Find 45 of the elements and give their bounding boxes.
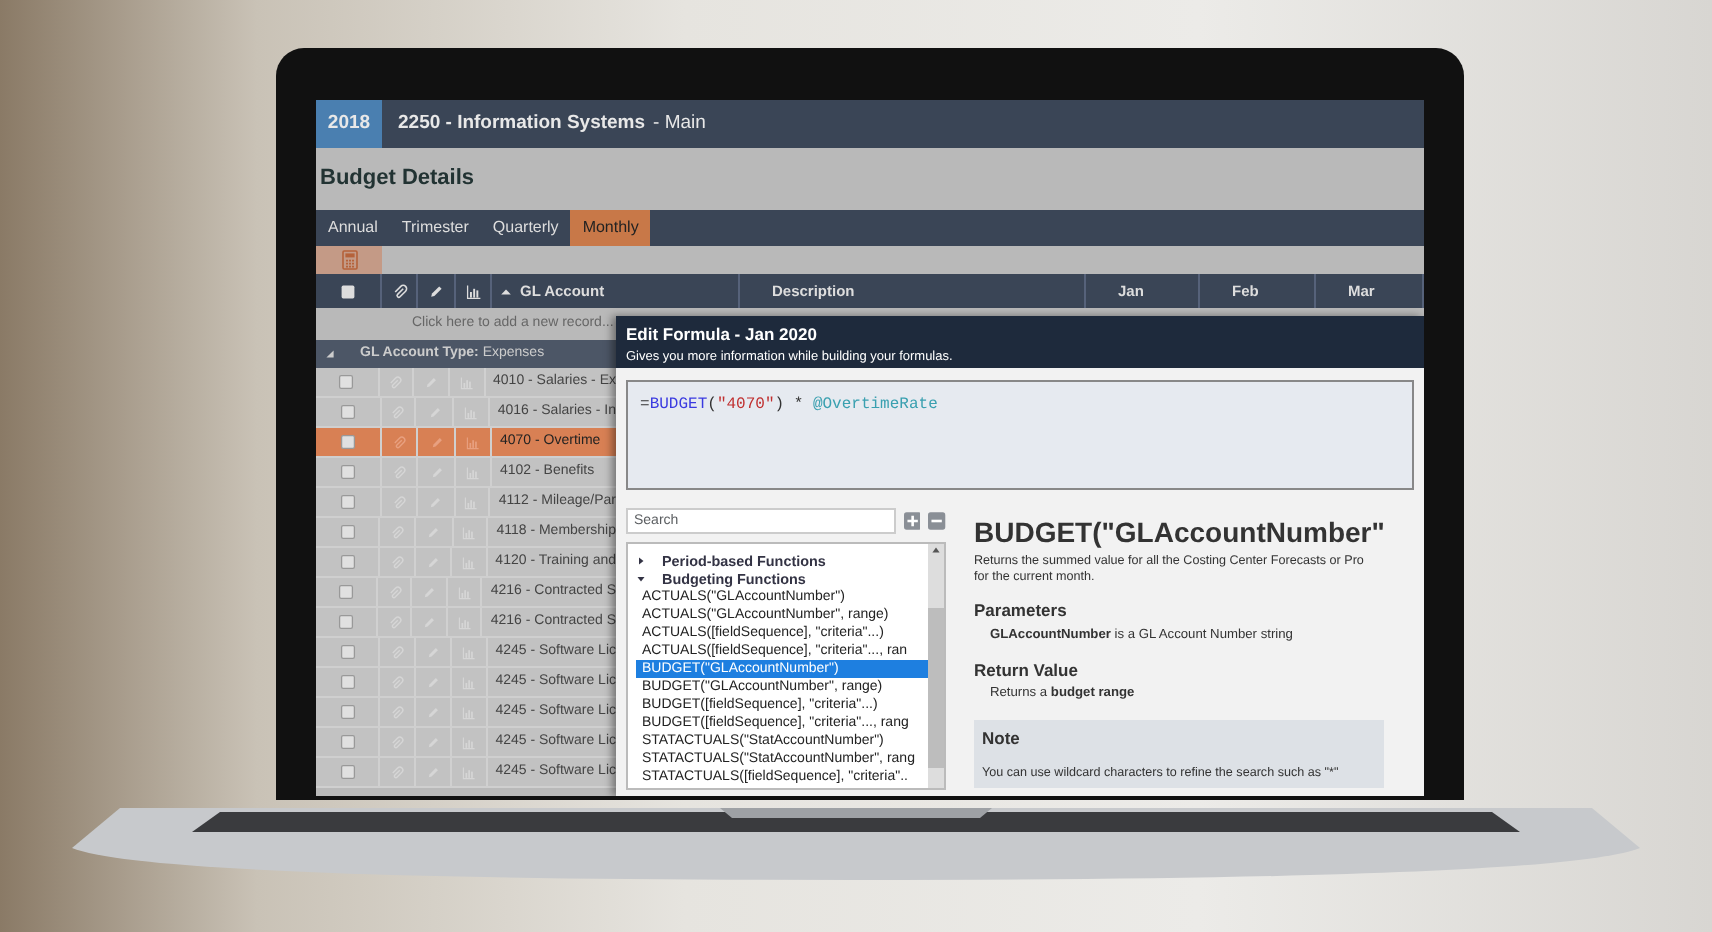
row-checkbox[interactable]: [340, 464, 356, 480]
row-checkbox[interactable]: [338, 614, 355, 630]
header-subtitle: - Main: [653, 109, 706, 138]
scroll-up-icon: [930, 544, 942, 556]
period-tab[interactable]: Monthly: [570, 210, 651, 246]
row-checkbox[interactable]: [339, 644, 356, 660]
row-checkbox[interactable]: [339, 494, 356, 510]
calculator-button[interactable]: [316, 246, 382, 274]
section-heading: Parameters: [974, 598, 1069, 624]
period-tab[interactable]: Trimester: [389, 210, 481, 246]
row-checkbox[interactable]: [338, 374, 355, 390]
paperclip-icon: [392, 435, 406, 449]
dialog-title: Edit Formula - Jan 2020: [626, 322, 819, 348]
bar-chart-icon: [466, 435, 480, 449]
row-checkbox[interactable]: [339, 764, 356, 780]
section-heading: Return Value: [974, 657, 1080, 683]
row-checkbox[interactable]: [339, 674, 356, 690]
paperclip-icon: [391, 283, 407, 299]
row-checkbox[interactable]: [339, 554, 356, 570]
period-tab[interactable]: Quarterly: [480, 210, 571, 246]
row-checkbox[interactable]: [339, 524, 356, 540]
sort-up-icon: [500, 285, 512, 297]
row-checkbox[interactable]: [339, 734, 356, 750]
help-title: BUDGET("GLAccountNumber": [974, 514, 1385, 552]
minus-icon[interactable]: [928, 512, 946, 530]
year-label: 2018: [316, 100, 382, 148]
note-heading: Note: [982, 726, 1022, 753]
bar-chart-icon: [465, 283, 481, 299]
scrollbar[interactable]: [928, 544, 944, 788]
page-title: Budget Details: [320, 164, 475, 195]
scrollbar-thumb[interactable]: [928, 608, 944, 768]
pencil-icon: [429, 435, 443, 449]
calculator-icon: [339, 248, 359, 272]
collapsed-arrow-icon: [636, 556, 646, 566]
row-checkbox[interactable]: [339, 404, 356, 420]
row-checkbox[interactable]: [339, 704, 356, 720]
expanded-arrow-icon: [636, 574, 646, 584]
row-checkbox[interactable]: [338, 584, 355, 600]
plus-icon[interactable]: [903, 512, 921, 530]
pencil-icon: [428, 283, 444, 299]
header-title: 2250 - Information Systems: [398, 109, 646, 138]
period-tab[interactable]: Annual: [316, 210, 390, 246]
formula-editor[interactable]: =BUDGET("4070") * @OvertimeRate: [626, 380, 1414, 490]
checkbox-icon: [340, 283, 356, 299]
row-checkbox[interactable]: [340, 434, 356, 450]
